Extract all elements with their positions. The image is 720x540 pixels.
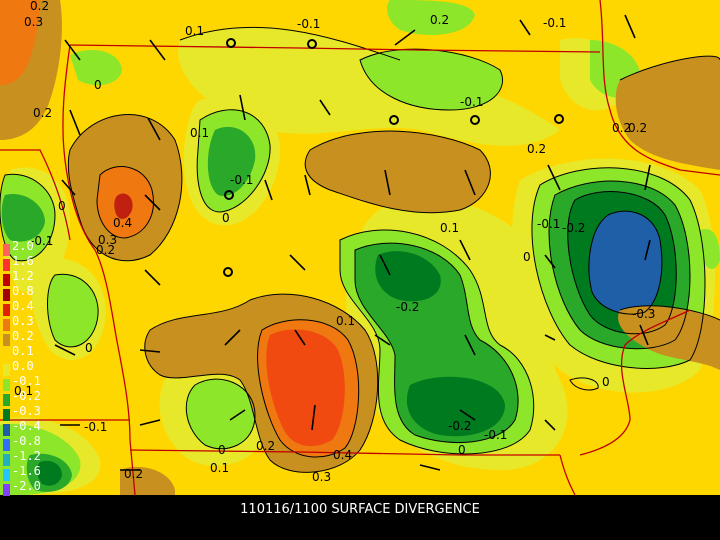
legend-swatch [3, 274, 10, 286]
legend-label: 1.6 [12, 254, 34, 268]
legend-label: 1.2 [12, 269, 34, 283]
contour-label: 0 [218, 443, 226, 457]
contour-label: 0.2 [124, 467, 143, 481]
contour-label: -0.1 [297, 17, 320, 31]
legend-swatch [3, 349, 10, 361]
contour-label: 0.1 [336, 314, 355, 328]
legend-swatch [3, 319, 10, 331]
legend-swatch [3, 409, 10, 421]
legend-swatch [3, 484, 10, 496]
legend-label: 0.4 [12, 299, 34, 313]
contour-label: 0.2 [33, 106, 52, 120]
contour-label: -0.1 [484, 428, 507, 442]
contour-label: -0.1 [543, 16, 566, 30]
legend-label: 0.1 [12, 344, 34, 358]
legend-swatch [3, 379, 10, 391]
legend-label: -0.4 [12, 419, 41, 433]
legend-swatch [3, 394, 10, 406]
contour-label: -0.1 [230, 173, 253, 187]
contour-label: 0.4 [113, 216, 132, 230]
contour-label: 0.2 [30, 0, 49, 13]
contour-label: 0.2 [430, 13, 449, 27]
contour-label: 0 [222, 211, 230, 225]
map-window: 0.3 0.1 -0.1 0.2 -0.1 0 0.2 0.1 -0.1 0.2 0 -0.1 -0.1… [0, 0, 720, 540]
contour-label: -0.3 [632, 307, 655, 321]
legend-swatch [3, 364, 10, 376]
legend-swatch [3, 244, 10, 256]
legend-label: 0.0 [12, 359, 34, 373]
legend-label: -2.0 [12, 479, 41, 493]
contour-label: -0.2 [448, 419, 471, 433]
contour-label: -0.1 [460, 95, 483, 109]
contour-label: -0.1 [537, 217, 560, 231]
legend-swatch [3, 334, 10, 346]
contour-label: 0.2 [256, 439, 275, 453]
legend-label: -0.3 [12, 404, 41, 418]
legend-swatch [3, 289, 10, 301]
legend-label: 2.0 [12, 239, 34, 253]
contour-label: 0.4 [333, 448, 352, 462]
legend-swatch [3, 304, 10, 316]
contour-label: 0 [602, 375, 610, 389]
legend-swatch [3, 454, 10, 466]
legend-label: -0.8 [12, 434, 41, 448]
contour-label: 0.1 [440, 221, 459, 235]
contour-label: 0.1 [210, 461, 229, 475]
legend-swatch [3, 469, 10, 481]
contour-label: 0.3 [312, 470, 331, 484]
legend-label: 0.3 [12, 314, 34, 328]
contour-label: 0.2 [96, 243, 115, 257]
divergence-map: 0.30.1 -0.1 0.2 -0.100.20.1-0.10.20-0.1-0.1… [0, 0, 720, 495]
contour-label: 0.2 [527, 142, 546, 156]
contour-label: 0 [458, 443, 466, 457]
contour-label: 0 [94, 78, 102, 92]
map-title: 110116/1100 SURFACE DIVERGENCE [240, 502, 480, 517]
contour-label: -0.1 [84, 420, 107, 434]
legend-label: -1.2 [12, 449, 41, 463]
legend-label: 0.8 [12, 284, 34, 298]
contour-label: -0.2 [396, 300, 419, 314]
legend-label: -0.1 [12, 374, 41, 388]
contour-label: 0.1 [185, 24, 204, 38]
legend-label: -0.2 [12, 389, 41, 403]
contour-label: 0.3 [24, 15, 43, 29]
contour-label: 0 [523, 250, 531, 264]
contour-label: 0 [58, 199, 66, 213]
legend-swatch [3, 439, 10, 451]
legend-swatch [3, 424, 10, 436]
legend-label: -1.6 [12, 464, 41, 478]
contour-label: 0 [85, 341, 93, 355]
contour-label: -0.2 [562, 221, 585, 235]
band-region [588, 211, 662, 314]
legend-swatch [3, 259, 10, 271]
contour-label: 0.1 [190, 126, 209, 140]
contour-label: 0.2 [612, 121, 631, 135]
legend-label: 0.2 [12, 329, 34, 343]
